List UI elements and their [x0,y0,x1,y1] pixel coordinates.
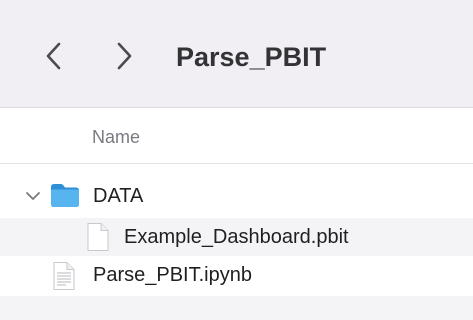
forward-button[interactable] [104,36,144,76]
text-document-icon [53,262,75,290]
toolbar: Parse_PBIT [0,0,473,108]
list-item-label: Example_Dashboard.pbit [124,226,349,248]
chevron-left-icon [46,42,61,70]
chevron-right-icon [117,42,132,70]
document-icon [87,223,109,251]
column-header-row: Name [0,108,473,164]
list-item-label: DATA [93,185,144,207]
name-column-header[interactable]: Name [92,126,140,148]
chevron-down-icon[interactable] [24,187,42,205]
list-item-example-dashboard[interactable]: Example_Dashboard.pbit [0,218,473,256]
list-item-label: Parse_PBIT.ipynb [93,264,252,286]
list-item-data-folder[interactable]: DATA [0,176,473,214]
list-empty-row [0,296,473,320]
window-title: Parse_PBIT [176,42,327,72]
back-button[interactable] [34,36,74,76]
list-item-parse-pbit-ipynb[interactable]: Parse_PBIT.ipynb [0,257,473,295]
folder-icon [51,184,79,207]
